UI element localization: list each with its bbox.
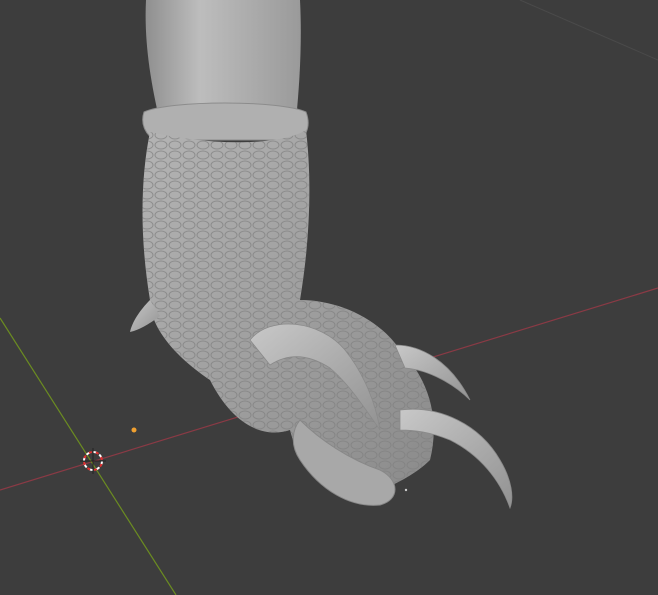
3d-cursor-icon[interactable] bbox=[80, 448, 106, 474]
vertex-dot bbox=[404, 488, 408, 492]
ankle-cuff-mesh[interactable] bbox=[142, 102, 309, 141]
object-origin-point[interactable] bbox=[131, 427, 137, 433]
sculpt-scene[interactable] bbox=[0, 0, 658, 595]
foot-scales-texture bbox=[142, 130, 434, 500]
3d-viewport[interactable] bbox=[0, 0, 658, 595]
